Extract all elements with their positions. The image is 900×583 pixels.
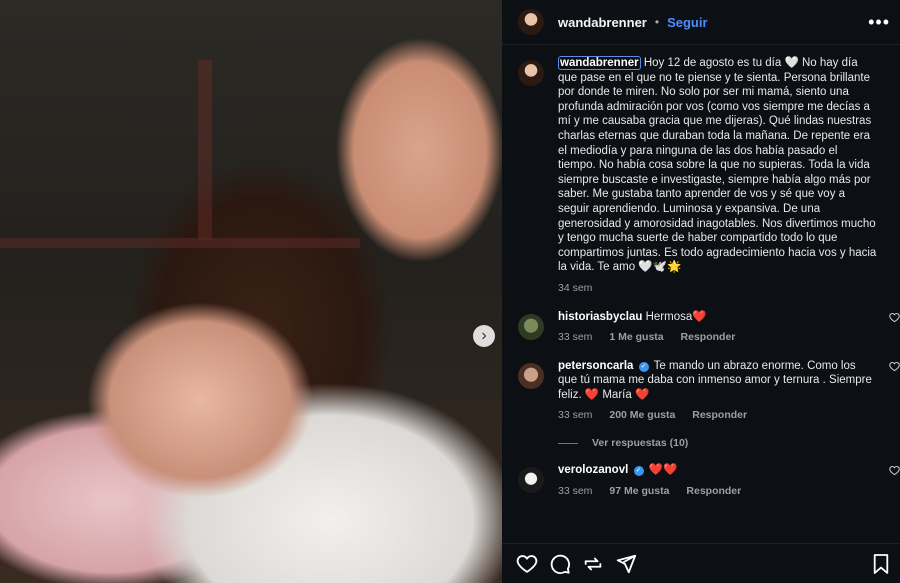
bookmark-icon[interactable] xyxy=(872,553,890,575)
separator-dot: • xyxy=(654,15,660,29)
comment-avatar[interactable] xyxy=(518,313,544,340)
scroll-fade xyxy=(502,529,900,543)
action-bar xyxy=(502,543,900,583)
header-username[interactable]: wandabrenner xyxy=(558,15,647,30)
reply-button[interactable]: Responder xyxy=(681,331,736,343)
verified-badge-icon: ✓ xyxy=(633,466,644,477)
comment-time[interactable]: 33 sem xyxy=(558,485,592,497)
photo-background-band xyxy=(0,238,360,248)
comment-icon[interactable] xyxy=(549,553,571,575)
comment-item: petersoncarla ✓ Te mando un abrazo enorm… xyxy=(502,359,900,423)
view-replies-label[interactable]: Ver respuestas (10) xyxy=(592,437,688,449)
comment-likes[interactable]: 1 Me gusta xyxy=(609,331,663,343)
comment-time[interactable]: 33 sem xyxy=(558,331,592,343)
avatar[interactable] xyxy=(518,9,544,35)
instagram-post: › wandabrenner • Seguir ••• wandabrenner… xyxy=(0,0,900,583)
comments-section: wandabrenner Hoy 12 de agosto es tu día … xyxy=(502,56,900,498)
comment-username[interactable]: petersoncarla xyxy=(558,360,633,372)
comment-avatar[interactable] xyxy=(518,362,544,389)
more-options-icon[interactable]: ••• xyxy=(868,12,890,33)
comment-username[interactable]: historiasbyclau xyxy=(558,311,642,323)
caption-text: Hoy 12 de agosto es tu día 🤍 No hay día … xyxy=(558,57,877,274)
heart-icon[interactable] xyxy=(516,553,538,575)
caption-row: wandabrenner Hoy 12 de agosto es tu día … xyxy=(502,56,900,296)
heart-outline-icon[interactable] xyxy=(889,312,900,323)
comment-text: Hermosa❤️ xyxy=(645,310,707,323)
caption-time[interactable]: 34 sem xyxy=(558,282,592,294)
follow-button[interactable]: Seguir xyxy=(667,15,707,30)
comment-text: ❤️❤️ xyxy=(648,464,678,477)
post-photo[interactable]: › xyxy=(0,0,502,583)
post-header: wandabrenner • Seguir ••• xyxy=(502,0,900,45)
comment-time[interactable]: 33 sem xyxy=(558,409,592,421)
view-replies-button[interactable]: Ver respuestas (10) xyxy=(558,437,900,449)
send-icon[interactable] xyxy=(615,553,637,575)
share-icon[interactable] xyxy=(582,553,604,575)
replies-divider xyxy=(558,442,578,444)
caption-avatar[interactable] xyxy=(518,60,544,86)
photo-background-pole xyxy=(198,60,212,240)
reply-button[interactable]: Responder xyxy=(692,409,747,421)
caption-username[interactable]: wandabrenner xyxy=(558,56,641,70)
heart-outline-icon[interactable] xyxy=(889,361,900,372)
comment-username[interactable]: verolozanovl xyxy=(558,464,628,476)
comment-item: historiasbyclau Hermosa❤️ 33 sem 1 Me gu… xyxy=(502,310,900,345)
verified-badge-icon: ✓ xyxy=(638,361,649,372)
comment-item: verolozanovl ✓ ❤️❤️ 33 sem 97 Me gusta R… xyxy=(502,463,900,498)
reply-button[interactable]: Responder xyxy=(686,485,741,497)
comment-likes[interactable]: 97 Me gusta xyxy=(609,485,669,497)
comment-likes[interactable]: 200 Me gusta xyxy=(609,409,675,421)
heart-outline-icon[interactable] xyxy=(889,465,900,476)
carousel-next-button[interactable]: › xyxy=(473,325,495,347)
comment-avatar[interactable] xyxy=(518,467,544,494)
post-side-panel: wandabrenner • Seguir ••• wandabrenner H… xyxy=(502,0,900,583)
